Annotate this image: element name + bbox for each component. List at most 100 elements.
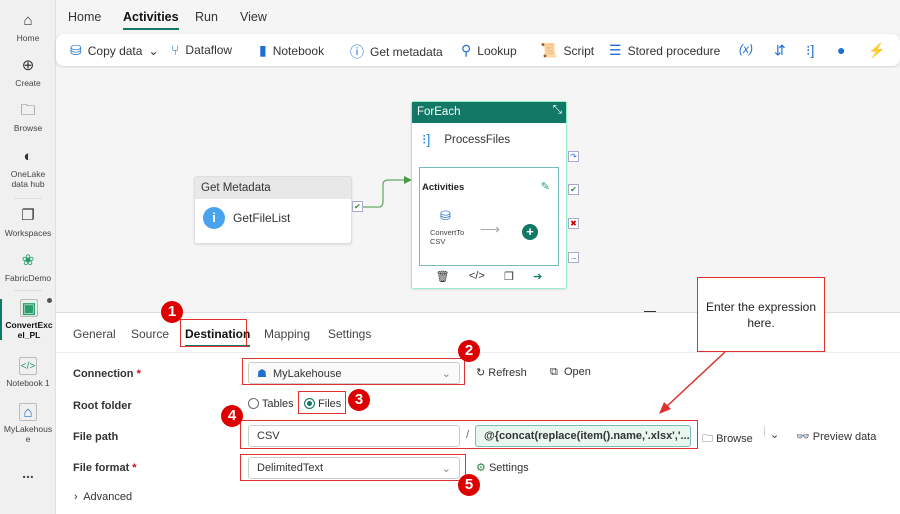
connector-arrow <box>363 176 412 208</box>
activity-header: Get Metadata <box>195 177 351 199</box>
success-port-icon[interactable]: ✔ <box>352 201 363 212</box>
glasses-icon: 👓 <box>796 431 810 443</box>
foreach-icon: ⁝] <box>806 42 815 58</box>
tab-home[interactable]: Home <box>68 10 101 24</box>
stored-procedure-button[interactable]: ☰ Stored procedure <box>609 42 720 59</box>
divider: | <box>763 425 766 437</box>
refresh-icon: ↻ <box>476 367 486 379</box>
tab-settings[interactable]: Settings <box>328 327 371 341</box>
chevron-down-icon: ⌄ <box>148 43 159 58</box>
annotation-badge: 2 <box>458 340 480 362</box>
sidebar-item-fabricdemo[interactable]: ❀ FabricDemo <box>0 252 56 283</box>
foreach-activity[interactable]: ForEach ⤡ ⁝] ProcessFiles Activities ✎ ⛁ … <box>411 101 567 289</box>
sidebar-item-home[interactable]: ⌂ Home <box>0 12 56 43</box>
search-icon: ⚲ <box>461 42 472 58</box>
edit-pencil-icon[interactable]: ✎ <box>541 180 550 193</box>
inner-activities-area[interactable]: Activities ✎ ⛁ ConvertTo CSV ⟶ + <box>419 167 559 266</box>
switch-icon: ⇵ <box>774 42 786 58</box>
callout-arrow <box>659 351 726 414</box>
notebook-button[interactable]: ▮ Notebook <box>259 42 324 59</box>
settings-icon: ⚙ <box>476 462 486 474</box>
activity-header: ForEach ⤡ <box>412 102 566 123</box>
refresh-button[interactable]: ↻ Refresh <box>476 366 527 379</box>
activity-name: GetFileList <box>233 211 291 225</box>
sidebar-item-mylakehouse[interactable]: ⌂ MyLakehouse <box>0 403 56 444</box>
browse-button[interactable]: 🗀 Browse <box>702 430 753 449</box>
root-folder-label: Root folder <box>73 400 132 412</box>
notebook-icon: ▮ <box>259 42 267 58</box>
annotation-box-file-path <box>240 420 698 449</box>
annotation-badge: 5 <box>458 474 480 496</box>
open-button[interactable]: ⧉ Open <box>550 366 591 379</box>
collapse-icon[interactable]: ⤡ <box>553 104 562 117</box>
file-path-label: File path <box>73 431 119 443</box>
radio-tables[interactable]: Tables <box>248 398 294 410</box>
set-variable-button[interactable]: (x) <box>739 42 753 56</box>
code-icon[interactable]: </> <box>469 270 485 283</box>
tab-general[interactable]: General <box>73 327 116 341</box>
foreach-icon: ⁝] <box>422 131 431 147</box>
info-icon: ⓘ <box>350 44 364 60</box>
people-icon: ❀ <box>21 252 35 269</box>
pipeline-icon: ▣ <box>20 299 38 317</box>
foreach-button[interactable]: ⁝] <box>806 42 814 59</box>
webhook-icon: ⚡ <box>868 42 886 58</box>
activities-toolbar: ⛁ Copy data ⌄ ⑂ Dataflow ▮ Notebook ⓘ Get met… <box>56 34 900 66</box>
annotation-box-connection <box>242 358 465 385</box>
go-arrow-icon[interactable]: ➔ <box>533 270 542 283</box>
home-icon: ⌂ <box>23 12 33 29</box>
sidebar-item-onelake[interactable]: ◐ OneLake data hub <box>0 148 56 189</box>
copy-icon[interactable]: ❐ <box>504 270 514 283</box>
sidebar-item-convertexcel-pl[interactable]: ▣ ConvertExcel_PL <box>0 299 56 340</box>
delete-icon[interactable]: 🗑 <box>436 270 450 283</box>
add-activity-button[interactable]: + <box>522 224 538 240</box>
tab-view[interactable]: View <box>240 10 267 24</box>
dataflow-button[interactable]: ⑂ Dataflow <box>171 42 232 58</box>
annotation-badge: 3 <box>348 389 370 411</box>
sidebar-item-workspaces[interactable]: ❐ Workspaces <box>0 207 56 238</box>
workspaces-icon: ❐ <box>21 207 35 224</box>
inner-activity-name[interactable]: ConvertTo CSV <box>430 228 470 246</box>
arrow-right-icon: ⟶ <box>480 221 501 237</box>
globe-icon: ● <box>837 42 846 58</box>
browse-dropdown-chevron-icon[interactable]: ⌄ <box>770 428 779 441</box>
info-icon: i <box>203 207 225 229</box>
get-metadata-activity[interactable]: Get Metadata i GetFileList <box>194 176 352 244</box>
more-button[interactable]: ... <box>0 466 56 480</box>
pipeline-canvas[interactable]: Get Metadata i GetFileList ✔ ForEach ⤡ ⁝]… <box>56 68 900 313</box>
tab-source[interactable]: Source <box>131 327 169 341</box>
script-icon: 📜 <box>540 42 558 58</box>
stored-procedure-icon: ☰ <box>609 42 622 58</box>
divider <box>14 290 42 291</box>
sidebar-item-notebook1[interactable]: </> Notebook 1 <box>0 357 56 388</box>
skip-port-icon[interactable]: ↷ <box>568 151 579 162</box>
webhook-button[interactable]: ⚡ <box>868 42 885 59</box>
preview-data-button[interactable]: 👓 Preview data <box>796 430 876 443</box>
copy-data-button[interactable]: ⛁ Copy data ⌄ <box>70 42 159 59</box>
activity-name: ProcessFiles <box>444 133 511 146</box>
tab-run[interactable]: Run <box>195 10 218 24</box>
sidebar-item-create[interactable]: ⊕ Create <box>0 57 56 88</box>
notebook-icon: </> <box>19 357 37 375</box>
copy-data-icon: ⛁ <box>440 208 451 223</box>
plus-circle-icon: ⊕ <box>21 57 35 74</box>
annotation-badge: 4 <box>221 405 243 427</box>
get-metadata-button[interactable]: ⓘ Get metadata <box>350 42 443 62</box>
onelake-icon: ◐ <box>23 148 33 165</box>
copy-data-icon: ⛁ <box>70 42 82 58</box>
tab-activities[interactable]: Activities <box>123 10 179 30</box>
complete-port-icon[interactable]: → <box>568 252 579 263</box>
tab-mapping[interactable]: Mapping <box>264 327 310 341</box>
lookup-button[interactable]: ⚲ Lookup <box>461 42 517 59</box>
dataflow-icon: ⑂ <box>171 42 180 58</box>
annotation-box-destination <box>180 319 247 347</box>
sidebar-item-browse[interactable]: 🗀 Browse <box>0 102 56 133</box>
success-port-icon[interactable]: ✔ <box>568 184 579 195</box>
fail-port-icon[interactable]: ✖ <box>568 218 579 229</box>
switch-button[interactable]: ⇵ <box>774 42 786 59</box>
script-button[interactable]: 📜 Script <box>540 42 594 59</box>
advanced-expander[interactable]: › Advanced <box>74 491 132 503</box>
annotation-badge: 1 <box>161 301 183 323</box>
web-button[interactable]: ● <box>837 42 845 58</box>
format-settings-button[interactable]: ⚙ Settings <box>476 461 529 474</box>
